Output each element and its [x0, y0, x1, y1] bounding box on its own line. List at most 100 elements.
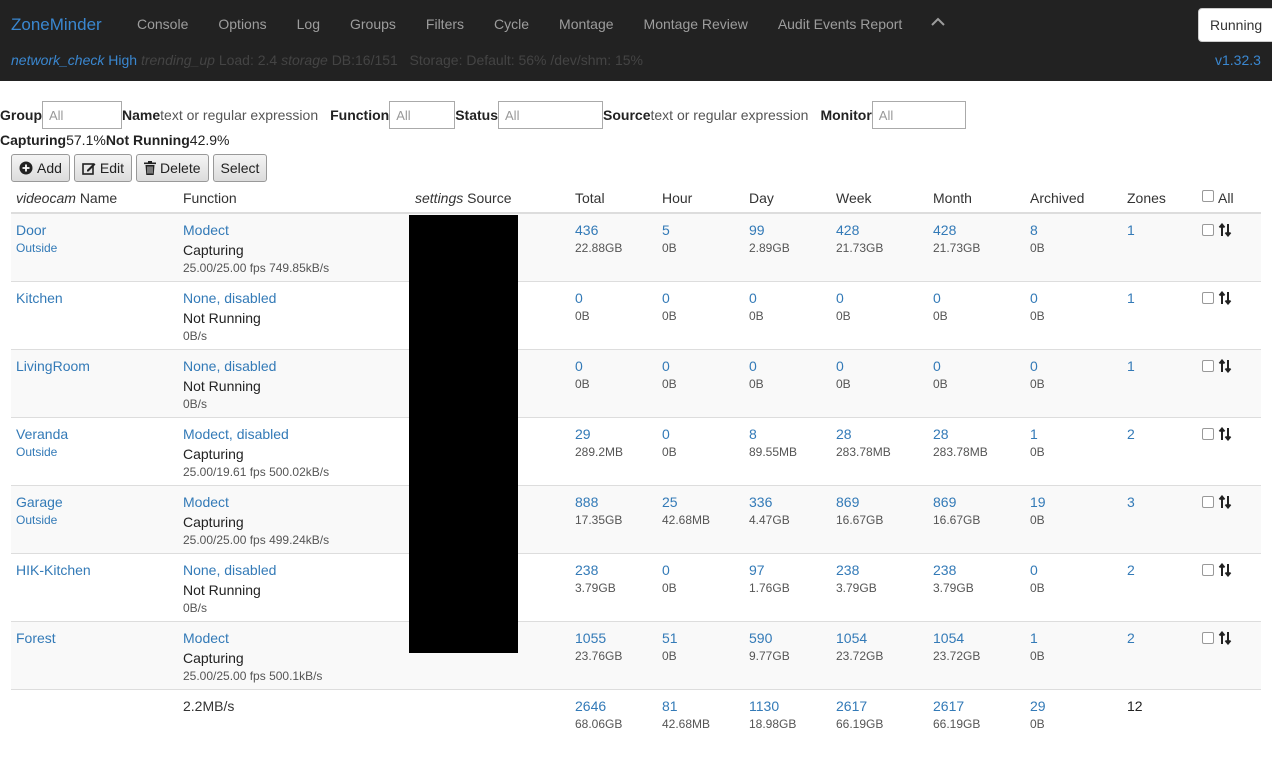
events-total-cell[interactable]: 436 22.88GB: [575, 222, 622, 256]
monitor-name-link[interactable]: LivingRoom: [16, 358, 90, 374]
header-name[interactable]: videocam Name: [16, 190, 117, 206]
zones-cell[interactable]: 2: [1127, 562, 1135, 578]
footer-week[interactable]: 2617 66.19GB: [836, 698, 883, 732]
zones-cell[interactable]: 1: [1127, 290, 1135, 306]
header-archived[interactable]: Archived: [1030, 190, 1084, 206]
zones-cell[interactable]: 1: [1127, 358, 1135, 374]
footer-hour[interactable]: 81 42.68MB: [662, 698, 710, 732]
sort-handle-icon[interactable]: [1218, 494, 1232, 514]
chevron-up-icon[interactable]: [931, 14, 945, 30]
events-total-cell[interactable]: 0 0B: [575, 358, 590, 392]
events-month-cell[interactable]: 0 0B: [933, 290, 948, 324]
monitor-filter-select[interactable]: All: [871, 101, 966, 129]
edit-button[interactable]: Edit: [73, 154, 133, 182]
sort-handle-icon[interactable]: [1218, 290, 1232, 310]
events-day-cell[interactable]: 590 9.77GB: [749, 630, 790, 664]
events-hour-cell[interactable]: 0 0B: [662, 358, 677, 392]
events-total-cell[interactable]: 238 3.79GB: [575, 562, 616, 596]
events-day-cell[interactable]: 8 89.55MB: [749, 426, 797, 460]
nav-montage[interactable]: Montage: [544, 16, 628, 32]
zones-cell[interactable]: 2: [1127, 426, 1135, 442]
events-archived-cell[interactable]: 8 0B: [1030, 222, 1045, 256]
zones-cell[interactable]: 1: [1127, 222, 1135, 238]
add-button[interactable]: Add: [11, 154, 70, 182]
nav-options[interactable]: Options: [203, 16, 281, 32]
events-total-cell[interactable]: 0 0B: [575, 290, 590, 324]
footer-day[interactable]: 1130 18.98GB: [749, 698, 796, 732]
events-day-cell[interactable]: 97 1.76GB: [749, 562, 790, 596]
nav-groups[interactable]: Groups: [335, 16, 411, 32]
monitor-function-link[interactable]: Modect: [183, 222, 329, 238]
events-archived-cell[interactable]: 19 0B: [1030, 494, 1046, 528]
nav-montage-review[interactable]: Montage Review: [629, 16, 763, 32]
footer-month[interactable]: 2617 66.19GB: [933, 698, 980, 732]
events-hour-cell[interactable]: 51 0B: [662, 630, 678, 664]
events-month-cell[interactable]: 869 16.67GB: [933, 494, 980, 528]
zones-cell[interactable]: 2: [1127, 630, 1135, 646]
row-select-checkbox[interactable]: [1202, 564, 1214, 576]
run-state-button[interactable]: Running: [1198, 8, 1272, 42]
delete-button[interactable]: Delete: [136, 154, 209, 182]
monitor-function-link[interactable]: Modect: [183, 630, 322, 646]
events-hour-cell[interactable]: 25 42.68MB: [662, 494, 710, 528]
events-week-cell[interactable]: 428 21.73GB: [836, 222, 883, 256]
monitor-function-link[interactable]: Modect, disabled: [183, 426, 329, 442]
header-hour[interactable]: Hour: [662, 190, 692, 206]
events-archived-cell[interactable]: 0 0B: [1030, 562, 1045, 596]
monitor-function-link[interactable]: None, disabled: [183, 290, 276, 306]
header-total[interactable]: Total: [575, 190, 605, 206]
monitor-name-link[interactable]: Door: [16, 222, 57, 238]
events-hour-cell[interactable]: 0 0B: [662, 562, 677, 596]
monitor-name-link[interactable]: Veranda: [16, 426, 68, 442]
sort-handle-icon[interactable]: [1218, 562, 1232, 582]
monitor-function-link[interactable]: None, disabled: [183, 358, 276, 374]
events-hour-cell[interactable]: 0 0B: [662, 290, 677, 324]
monitor-name-link[interactable]: HIK-Kitchen: [16, 562, 91, 578]
row-select-checkbox[interactable]: [1202, 428, 1214, 440]
monitor-name-link[interactable]: Forest: [16, 630, 56, 646]
nav-cycle[interactable]: Cycle: [479, 16, 544, 32]
events-day-cell[interactable]: 99 2.89GB: [749, 222, 790, 256]
events-archived-cell[interactable]: 1 0B: [1030, 426, 1045, 460]
events-week-cell[interactable]: 869 16.67GB: [836, 494, 883, 528]
header-month[interactable]: Month: [933, 190, 972, 206]
monitor-function-link[interactable]: None, disabled: [183, 562, 276, 578]
function-filter-select[interactable]: All: [389, 101, 456, 129]
monitor-function-link[interactable]: Modect: [183, 494, 329, 510]
monitor-name-link[interactable]: Kitchen: [16, 290, 63, 306]
events-archived-cell[interactable]: 1 0B: [1030, 630, 1045, 664]
nav-filters[interactable]: Filters: [411, 16, 479, 32]
monitor-group-link[interactable]: Outside: [16, 444, 68, 460]
events-week-cell[interactable]: 0 0B: [836, 290, 851, 324]
monitor-name-link[interactable]: Garage: [16, 494, 63, 510]
events-month-cell[interactable]: 0 0B: [933, 358, 948, 392]
monitor-group-link[interactable]: Outside: [16, 512, 63, 528]
row-select-checkbox[interactable]: [1202, 496, 1214, 508]
status-filter-select[interactable]: All: [498, 101, 604, 129]
events-day-cell[interactable]: 0 0B: [749, 290, 764, 324]
select-all-checkbox[interactable]: [1202, 190, 1214, 202]
brand-link[interactable]: ZoneMinder: [11, 15, 102, 35]
events-archived-cell[interactable]: 0 0B: [1030, 290, 1045, 324]
events-month-cell[interactable]: 1054 23.72GB: [933, 630, 980, 664]
row-select-checkbox[interactable]: [1202, 292, 1214, 304]
nav-audit-events-report[interactable]: Audit Events Report: [763, 16, 918, 32]
row-select-checkbox[interactable]: [1202, 224, 1214, 236]
events-total-cell[interactable]: 1055 23.76GB: [575, 630, 622, 664]
select-button[interactable]: Select: [212, 154, 268, 182]
sort-handle-icon[interactable]: [1218, 358, 1232, 378]
header-zones[interactable]: Zones: [1127, 190, 1166, 206]
zones-cell[interactable]: 3: [1127, 494, 1135, 510]
events-total-cell[interactable]: 888 17.35GB: [575, 494, 622, 528]
group-filter-select[interactable]: All: [42, 101, 122, 129]
sort-handle-icon[interactable]: [1218, 222, 1232, 242]
version-link[interactable]: v1.32.3: [1215, 52, 1261, 68]
name-filter-input[interactable]: text or regular expression: [160, 107, 318, 123]
nav-log[interactable]: Log: [282, 16, 335, 32]
source-filter-input[interactable]: text or regular expression: [650, 107, 808, 123]
nav-console[interactable]: Console: [122, 16, 203, 32]
sort-handle-icon[interactable]: [1218, 630, 1232, 650]
footer-archived[interactable]: 29 0B: [1030, 698, 1046, 732]
row-select-checkbox[interactable]: [1202, 360, 1214, 372]
events-month-cell[interactable]: 28 283.78MB: [933, 426, 988, 460]
